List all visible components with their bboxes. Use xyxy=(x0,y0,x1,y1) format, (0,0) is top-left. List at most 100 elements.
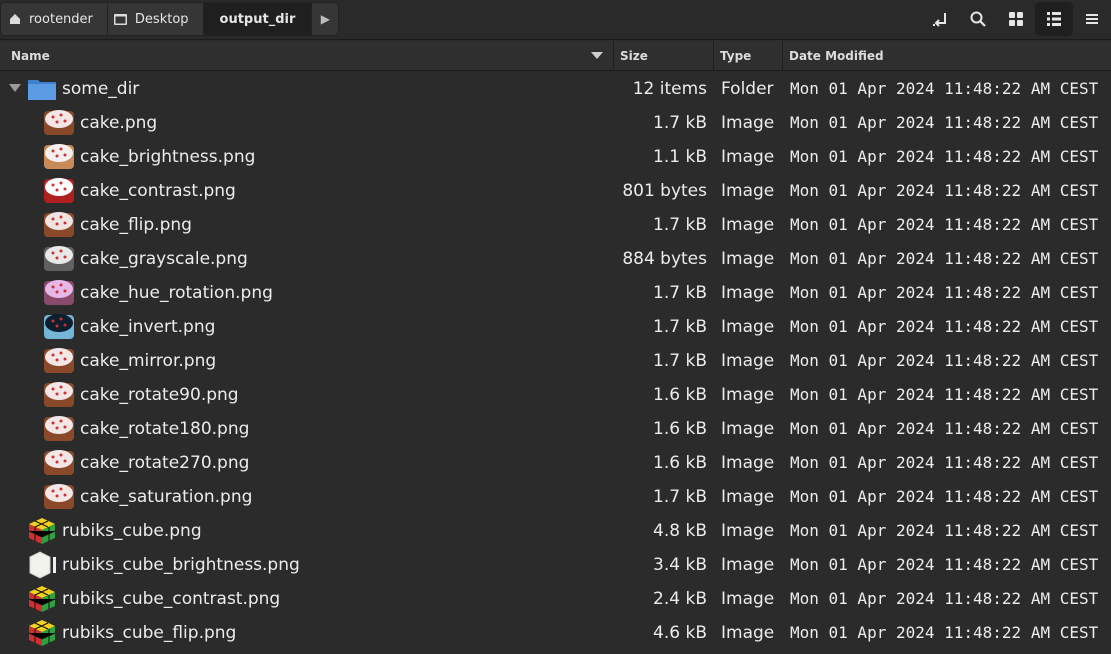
image-thumbnail-icon xyxy=(26,549,58,581)
file-size: 801 bytes xyxy=(622,181,707,201)
file-size: 1.7 kB xyxy=(653,215,707,235)
search-button[interactable] xyxy=(959,2,997,36)
file-row[interactable]: cake_flip.png 1.7 kB Image Mon 01 Apr 2024 … xyxy=(0,208,1111,242)
file-row[interactable]: cake_rotate180.png 1.6 kB Image Mon 01 Apr … xyxy=(0,412,1111,446)
file-row[interactable]: rubiks_cube_flip.png 4.6 kB Image Mon 01 Ap… xyxy=(0,616,1111,650)
file-date-modified: Mon 01 Apr 2024 11:48:22 AM CEST xyxy=(790,249,1099,268)
folder-icon xyxy=(26,73,58,105)
menu-icon xyxy=(1086,14,1098,24)
image-thumbnail-icon xyxy=(26,515,58,547)
breadcrumb-home[interactable]: rootender xyxy=(0,2,107,36)
breadcrumb: rootender Desktop output_dir ▶ xyxy=(0,2,340,36)
file-name: rubiks_cube_brightness.png xyxy=(62,555,300,575)
file-type: Image xyxy=(721,317,775,337)
file-type: Image xyxy=(721,521,775,541)
image-thumbnail-icon xyxy=(43,379,75,411)
file-name: cake_mirror.png xyxy=(80,351,217,371)
image-thumbnail-icon xyxy=(43,345,75,377)
file-date-modified: Mon 01 Apr 2024 11:48:22 AM CEST xyxy=(790,351,1099,370)
list-view-icon xyxy=(1047,12,1061,26)
file-date-modified: Mon 01 Apr 2024 11:48:22 AM CEST xyxy=(790,419,1099,438)
image-thumbnail-icon xyxy=(26,583,58,615)
file-size: 1.7 kB xyxy=(653,113,707,133)
file-type: Image xyxy=(721,419,775,439)
file-date-modified: Mon 01 Apr 2024 11:48:22 AM CEST xyxy=(790,181,1099,200)
breadcrumb-desktop[interactable]: Desktop xyxy=(106,2,203,36)
file-date-modified: Mon 01 Apr 2024 11:48:22 AM CEST xyxy=(790,147,1099,166)
column-header-name[interactable]: Name xyxy=(0,41,614,71)
file-date-modified: Mon 01 Apr 2024 11:48:22 AM CEST xyxy=(790,521,1099,540)
file-name: cake_saturation.png xyxy=(80,487,253,507)
image-thumbnail-icon xyxy=(43,107,75,139)
file-size: 1.6 kB xyxy=(653,385,707,405)
file-row[interactable]: cake_contrast.png 801 bytes Image Mon 01 Ap… xyxy=(0,174,1111,208)
folder-icon xyxy=(113,13,127,25)
breadcrumb-forward-button[interactable]: ▶ xyxy=(311,2,340,36)
file-name: cake_brightness.png xyxy=(80,147,256,167)
image-thumbnail-icon xyxy=(43,175,75,207)
file-row[interactable]: cake_rotate90.png 1.6 kB Image Mon 01 Apr 2… xyxy=(0,378,1111,412)
file-row[interactable]: rubiks_cube_contrast.png 2.4 kB Image Mon 0… xyxy=(0,582,1111,616)
file-name: cake_rotate270.png xyxy=(80,453,250,473)
file-row[interactable]: cake_saturation.png 1.7 kB Image Mon 01 Apr… xyxy=(0,480,1111,514)
file-size: 4.8 kB xyxy=(653,521,707,541)
file-type: Image xyxy=(721,283,775,303)
open-terminal-button[interactable] xyxy=(921,2,959,36)
breadcrumb-label: Desktop xyxy=(134,11,189,27)
home-icon xyxy=(10,14,20,24)
file-row[interactable]: cake.png 1.7 kB Image Mon 01 Apr 2024 11:48… xyxy=(0,106,1111,140)
file-date-modified: Mon 01 Apr 2024 11:48:22 AM CEST xyxy=(790,215,1099,234)
file-type: Image xyxy=(721,589,775,609)
file-name: rubiks_cube_contrast.png xyxy=(62,589,281,609)
menu-button[interactable] xyxy=(1073,2,1111,36)
file-type: Image xyxy=(721,113,775,133)
file-row[interactable]: some_dir 12 items Folder Mon 01 Apr 2024 11… xyxy=(0,72,1111,106)
file-row[interactable]: cake_hue_rotation.png 1.7 kB Image Mon 01 A… xyxy=(0,276,1111,310)
file-size: 1.7 kB xyxy=(653,317,707,337)
column-header-size[interactable]: Size xyxy=(614,41,714,71)
file-size: 1.6 kB xyxy=(653,419,707,439)
file-type: Image xyxy=(721,555,775,575)
image-thumbnail-icon xyxy=(43,277,75,309)
file-row[interactable]: cake_grayscale.png 884 bytes Image Mon 01 A… xyxy=(0,242,1111,276)
file-date-modified: Mon 01 Apr 2024 11:48:22 AM CEST xyxy=(790,487,1099,506)
file-row[interactable]: rubiks_cube.png 4.8 kB Image Mon 01 Apr 202… xyxy=(0,514,1111,548)
image-thumbnail-icon xyxy=(43,311,75,343)
image-thumbnail-icon xyxy=(43,447,75,479)
file-type: Image xyxy=(721,181,775,201)
open-terminal-icon xyxy=(933,13,946,27)
file-size: 1.7 kB xyxy=(653,351,707,371)
column-header-date-modified[interactable]: Date Modified xyxy=(783,41,1111,71)
list-view-button[interactable] xyxy=(1035,2,1073,36)
toolbar: rootender Desktop output_dir ▶ xyxy=(0,0,1111,40)
grid-view-button[interactable] xyxy=(997,2,1035,36)
file-size: 1.7 kB xyxy=(653,283,707,303)
file-row[interactable]: rubiks_cube_brightness.png 3.4 kB Image Mon… xyxy=(0,548,1111,582)
expander-down-icon[interactable] xyxy=(9,84,21,92)
file-name: cake_rotate180.png xyxy=(80,419,250,439)
file-row[interactable]: cake_invert.png 1.7 kB Image Mon 01 Apr 202… xyxy=(0,310,1111,344)
search-icon xyxy=(970,11,986,27)
file-date-modified: Mon 01 Apr 2024 11:48:22 AM CEST xyxy=(790,113,1099,132)
file-row[interactable]: cake_brightness.png 1.1 kB Image Mon 01 Apr… xyxy=(0,140,1111,174)
breadcrumb-output-dir[interactable]: output_dir xyxy=(202,2,312,36)
file-name: cake_invert.png xyxy=(80,317,216,337)
file-type: Image xyxy=(721,385,775,405)
file-size: 1.7 kB xyxy=(653,487,707,507)
file-name: cake_contrast.png xyxy=(80,181,236,201)
file-row[interactable]: cake_rotate270.png 1.6 kB Image Mon 01 Apr … xyxy=(0,446,1111,480)
column-header-type[interactable]: Type xyxy=(714,41,783,71)
file-name: cake_hue_rotation.png xyxy=(80,283,273,303)
file-size: 884 bytes xyxy=(622,249,707,269)
image-thumbnail-icon xyxy=(43,243,75,275)
file-size: 3.4 kB xyxy=(653,555,707,575)
image-thumbnail-icon xyxy=(43,209,75,241)
column-header-label: Type xyxy=(720,49,752,63)
file-name: rubiks_cube.png xyxy=(62,521,202,541)
file-name: rubiks_cube_flip.png xyxy=(62,623,237,643)
file-row[interactable]: cake_mirror.png 1.7 kB Image Mon 01 Apr 202… xyxy=(0,344,1111,378)
file-size: 1.6 kB xyxy=(653,453,707,473)
image-thumbnail-icon xyxy=(43,413,75,445)
file-list: some_dir 12 items Folder Mon 01 Apr 2024 11… xyxy=(0,72,1111,650)
column-headers: Name Size Type Date Modified xyxy=(0,41,1111,71)
